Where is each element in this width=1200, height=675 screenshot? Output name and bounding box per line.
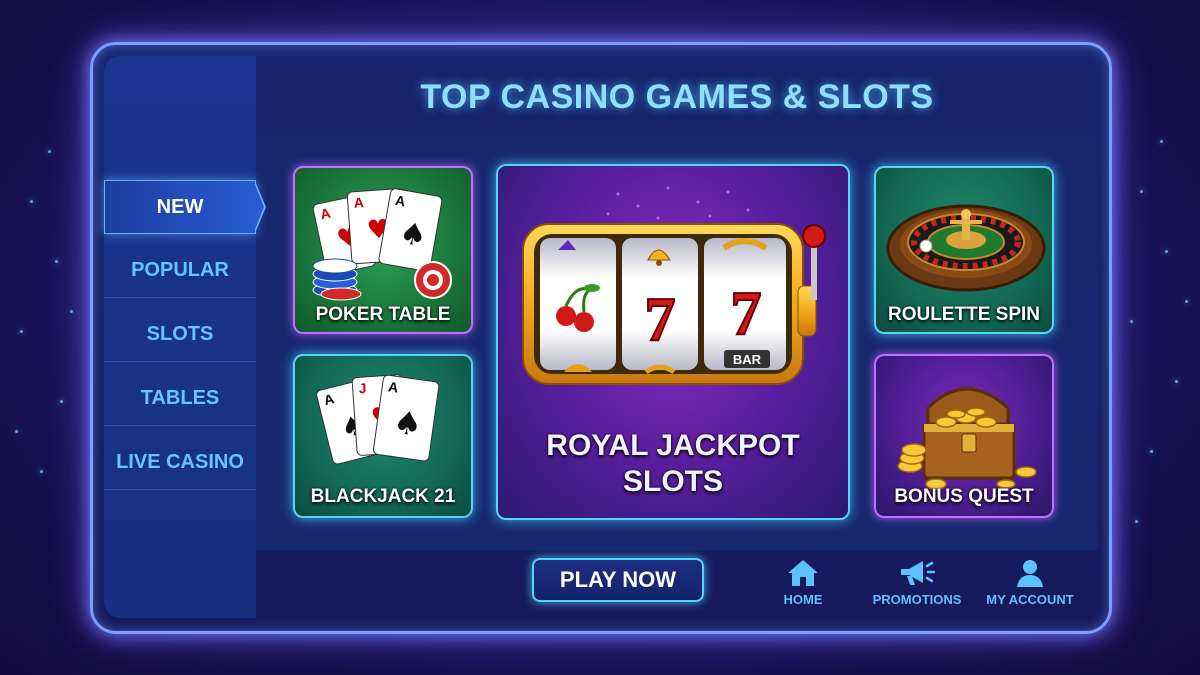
sidebar-item-tables[interactable]: TABLES [104, 372, 256, 426]
sidebar-item-label: TABLES [140, 387, 220, 409]
page-title: TOP CASINO GAMES & SLOTS [420, 78, 934, 116]
play-now-button[interactable]: PLAY NOW [532, 558, 704, 602]
game-card-royal-jackpot-slots[interactable]: 7 7 BAR ROYAL JACKPOT SLOTS [496, 164, 850, 520]
sidebar-item-new[interactable]: NEW [104, 180, 266, 234]
game-card-poker-table[interactable]: A ♥ A ♥ A ♠ POKER TABLE [293, 166, 473, 334]
bottom-nav-my-account[interactable]: MY ACCOUNT [970, 558, 1090, 607]
svg-text:J: J [358, 380, 367, 397]
svg-text:A: A [353, 194, 364, 211]
svg-text:7: 7 [645, 286, 676, 354]
game-card-bonus-quest[interactable]: BONUS QUEST [874, 354, 1054, 518]
user-icon [1017, 560, 1043, 587]
featured-title-line2: SLOTS [622, 465, 723, 498]
home-icon [788, 560, 818, 586]
bottom-nav-label: HOME [783, 592, 823, 607]
reel-tag-bar: BAR [732, 352, 762, 367]
game-card-roulette-spin[interactable]: ROULETTE SPIN [874, 166, 1054, 334]
sidebar-item-slots[interactable]: SLOTS [104, 308, 256, 362]
megaphone-icon [901, 561, 936, 585]
sidebar-item-label: SLOTS [146, 323, 214, 345]
game-card-label: BLACKJACK 21 [310, 486, 456, 507]
app-window: TOP CASINO GAMES & SLOTS NEW POPULAR SLO… [90, 42, 1112, 634]
game-card-label: BONUS QUEST [894, 486, 1034, 507]
featured-game-title: ROYAL JACKPOT SLOTS [498, 428, 848, 500]
svg-text:♠: ♠ [391, 403, 425, 445]
bottom-nav-label: MY ACCOUNT [986, 592, 1074, 607]
bottom-nav-promotions[interactable]: PROMOTIONS [857, 558, 977, 607]
game-card-label: POKER TABLE [315, 304, 451, 325]
sidebar-item-live-casino[interactable]: LIVE CASINO [104, 436, 256, 490]
svg-text:7: 7 [731, 280, 762, 348]
active-indicator-arrow [254, 181, 266, 233]
game-card-blackjack[interactable]: A♠ J♥ A♠ BLACKJACK 21 [293, 354, 473, 518]
bottom-nav-home[interactable]: HOME [743, 558, 863, 607]
bottom-nav-label: PROMOTIONS [872, 592, 962, 607]
game-card-label: ROULETTE SPIN [887, 304, 1040, 325]
sidebar-item-popular[interactable]: POPULAR [104, 244, 256, 298]
featured-title-line1: ROYAL JACKPOT [546, 429, 800, 462]
sidebar-item-label: POPULAR [131, 259, 229, 281]
sidebar-item-label: NEW [156, 195, 204, 218]
sidebar-item-label: LIVE CASINO [116, 451, 244, 473]
